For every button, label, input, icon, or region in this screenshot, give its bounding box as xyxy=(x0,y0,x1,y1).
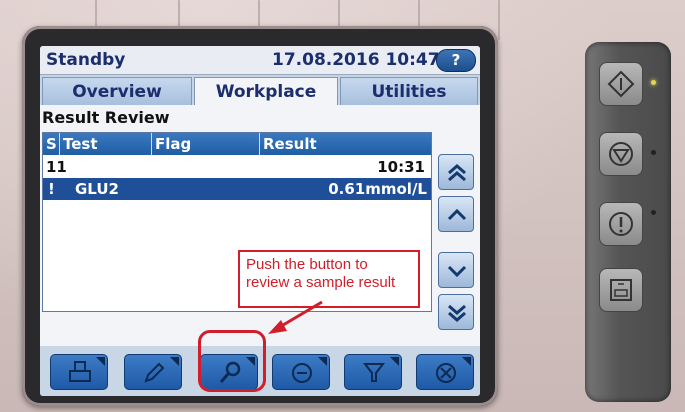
scroll-top-button[interactable] xyxy=(438,154,474,190)
tab-overview[interactable]: Overview xyxy=(42,77,192,105)
tab-bar: Overview Workplace Utilities xyxy=(40,75,480,105)
row-s: ! xyxy=(48,180,55,198)
status-led xyxy=(651,150,656,155)
row-test: GLU2 xyxy=(75,180,119,198)
casing-ridge xyxy=(498,0,500,40)
column-header-result: Result xyxy=(263,135,317,153)
scroll-bottom-button[interactable] xyxy=(438,294,474,330)
callout-line: Push the button to xyxy=(246,256,368,273)
row-result: 0.61mmol/L xyxy=(328,180,427,198)
stop-key[interactable] xyxy=(599,132,643,176)
print-button[interactable] xyxy=(50,354,108,390)
status-header: Standby 17.08.2016 10:47 ? xyxy=(40,46,480,75)
column-header-test: Test xyxy=(63,135,98,153)
status-led xyxy=(651,80,656,85)
chevron-up-icon xyxy=(447,208,467,221)
edit-button[interactable] xyxy=(124,354,182,390)
remove-button[interactable] xyxy=(272,354,330,390)
button-highlight-ring xyxy=(198,330,266,392)
print-report-icon xyxy=(610,279,632,301)
help-button[interactable]: ? xyxy=(436,49,476,72)
list-header: S Test Flag Result xyxy=(43,133,431,155)
cancel-circle-icon xyxy=(436,363,456,383)
status-led xyxy=(651,210,656,215)
hardware-key-panel xyxy=(585,42,671,402)
callout-line: review a sample result xyxy=(246,274,396,291)
row-result: 10:31 xyxy=(377,158,425,176)
row-s: 11 xyxy=(46,158,67,176)
chevron-down-icon xyxy=(447,265,467,278)
column-header-flag: Flag xyxy=(155,135,192,153)
instrument-status: Standby xyxy=(46,50,126,70)
date-time: 17.08.2016 10:47 xyxy=(272,50,440,70)
instruction-callout: Push the button to review a sample resul… xyxy=(238,250,420,308)
start-key[interactable] xyxy=(599,62,643,106)
scroll-down-button[interactable] xyxy=(438,252,474,288)
minus-circle-icon xyxy=(292,363,312,383)
double-chevron-up-icon xyxy=(448,164,466,182)
tab-utilities[interactable]: Utilities xyxy=(340,77,478,105)
alarm-key[interactable] xyxy=(599,202,643,246)
scroll-up-button[interactable] xyxy=(438,196,474,232)
double-chevron-down-icon xyxy=(448,304,466,322)
print-icon xyxy=(69,361,91,382)
cancel-button[interactable] xyxy=(416,354,474,390)
alarm-icon xyxy=(609,212,633,236)
table-row-selected[interactable]: ! GLU2 0.61mmol/L xyxy=(43,178,431,200)
column-header-s: S xyxy=(46,135,57,153)
filter-button[interactable] xyxy=(344,354,402,390)
pencil-icon xyxy=(144,362,165,383)
start-diamond-icon xyxy=(607,70,635,98)
table-row[interactable]: 11 10:31 xyxy=(43,156,431,178)
tab-workplace[interactable]: Workplace xyxy=(194,77,338,105)
filter-icon xyxy=(362,363,386,382)
stop-icon xyxy=(609,142,633,166)
section-title: Result Review xyxy=(42,108,170,127)
print-report-key[interactable] xyxy=(599,268,643,312)
